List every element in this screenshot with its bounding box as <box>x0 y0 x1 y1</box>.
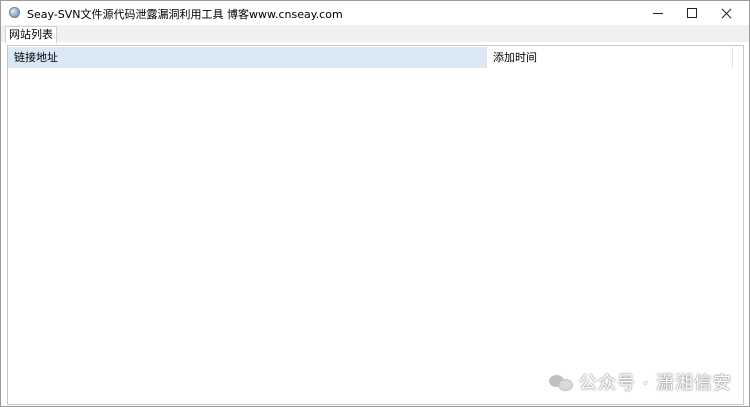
globe-app-icon[interactable] <box>9 7 20 18</box>
watermark-text: 公众号 · 潇湘信安 <box>578 373 732 394</box>
tab-strip: 网站列表 <box>1 25 749 43</box>
site-list-view[interactable]: 链接地址 添加时间 <box>7 45 744 405</box>
wechat-icon <box>548 373 573 391</box>
maximize-icon <box>687 8 697 18</box>
window-title: Seay-SVN文件源代码泄露漏洞利用工具 博客www.cnseay.com <box>27 8 343 21</box>
list-header: 链接地址 添加时间 <box>8 47 743 68</box>
tab-site-list[interactable]: 网站列表 <box>5 26 57 43</box>
column-header-added-time[interactable]: 添加时间 <box>487 47 733 68</box>
title-bar[interactable]: Seay-SVN文件源代码泄露漏洞利用工具 博客www.cnseay.com <box>1 1 749 25</box>
app-window: Seay-SVN文件源代码泄露漏洞利用工具 博客www.cnseay.com 网… <box>0 0 750 407</box>
minimize-icon <box>653 12 663 14</box>
watermark: 公众号 · 潇湘信安 <box>548 369 732 395</box>
column-header-url[interactable]: 链接地址 <box>8 47 487 68</box>
close-icon <box>721 8 732 19</box>
close-button[interactable] <box>703 1 749 25</box>
